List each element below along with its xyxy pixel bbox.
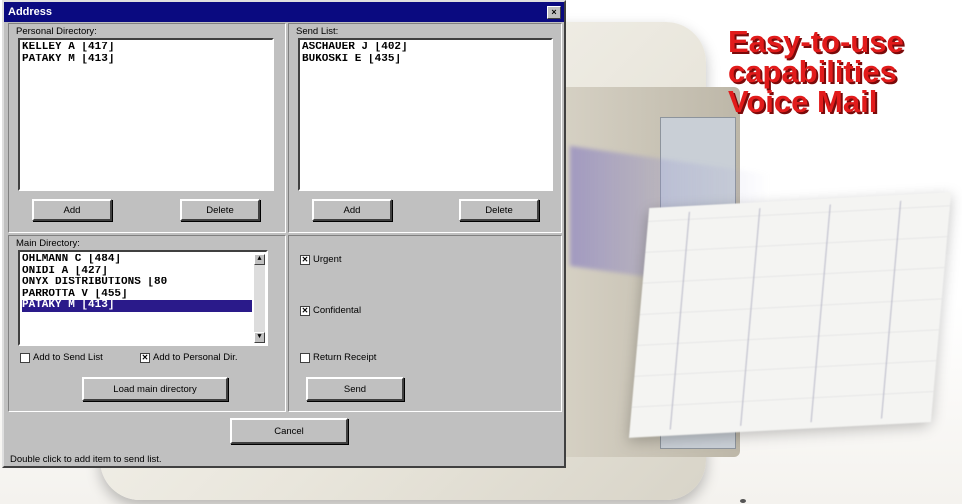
headline-line-1: Easy-to-use bbox=[728, 24, 904, 59]
add-to-send-list-label: Add to Send List bbox=[33, 352, 103, 363]
add-to-personal-label: Add to Personal Dir. bbox=[153, 352, 238, 363]
add-to-personal-checkbox[interactable]: ✕ Add to Personal Dir. bbox=[140, 352, 238, 363]
calendar-sheet-illustration bbox=[628, 192, 952, 438]
return-receipt-label: Return Receipt bbox=[313, 352, 377, 363]
send-list[interactable]: ASCHAUER J [402] BUKOSKI E [435] bbox=[298, 38, 553, 191]
checkbox-checked-icon: ✕ bbox=[300, 254, 310, 265]
list-item[interactable]: BUKOSKI E [435] bbox=[302, 54, 549, 66]
window-title: Address bbox=[8, 6, 53, 18]
list-item[interactable]: ONYX DISTRIBUTIONS [80 bbox=[22, 277, 252, 289]
list-item[interactable]: ASCHAUER J [402] bbox=[302, 42, 549, 54]
checkbox-checked-icon: ✕ bbox=[140, 352, 150, 363]
send-list-delete-button[interactable]: Delete bbox=[459, 199, 539, 221]
send-list-label: Send List: bbox=[296, 26, 339, 37]
list-item[interactable]: ONIDI A [427] bbox=[22, 266, 252, 278]
list-item[interactable]: PARROTTA V [455] bbox=[22, 289, 252, 301]
close-icon[interactable]: × bbox=[547, 5, 561, 19]
personal-directory-list[interactable]: KELLEY A [417] PATAKY M [413] bbox=[18, 38, 274, 191]
load-main-directory-button[interactable]: Load main directory bbox=[82, 377, 228, 401]
title-bar[interactable]: Address × bbox=[4, 2, 564, 22]
scroll-down-icon[interactable]: ▼ bbox=[254, 332, 265, 343]
checkbox-unchecked-icon bbox=[20, 352, 30, 363]
address-dialog: Address × Personal Directory: KELLEY A [… bbox=[2, 0, 566, 468]
list-item[interactable]: KELLEY A [417] bbox=[22, 42, 270, 54]
headline-line-2: capabilities bbox=[728, 54, 897, 89]
list-item-selected[interactable]: PATAKY M [413] bbox=[22, 300, 252, 312]
personal-directory-label: Personal Directory: bbox=[16, 26, 97, 37]
list-item[interactable]: PATAKY M [413] bbox=[22, 54, 270, 66]
confidential-checkbox[interactable]: ✕ Confidental bbox=[300, 305, 361, 316]
main-directory-scrollbar[interactable]: ▲ ▼ bbox=[254, 254, 265, 343]
urgent-label: Urgent bbox=[313, 254, 342, 265]
main-directory-list[interactable]: OHLMANN C [484] ONIDI A [427] ONYX DISTR… bbox=[18, 250, 268, 346]
confidential-label: Confidental bbox=[313, 305, 362, 316]
return-receipt-checkbox[interactable]: Return Receipt bbox=[300, 352, 376, 363]
urgent-checkbox[interactable]: ✕ Urgent bbox=[300, 254, 342, 265]
checkbox-unchecked-icon bbox=[300, 352, 310, 363]
status-text: Double click to add item to send list. bbox=[10, 454, 162, 465]
list-item[interactable]: OHLMANN C [484] bbox=[22, 254, 252, 266]
add-to-send-list-checkbox[interactable]: Add to Send List bbox=[20, 352, 103, 363]
main-directory-label: Main Directory: bbox=[16, 238, 80, 249]
personal-delete-button[interactable]: Delete bbox=[180, 199, 260, 221]
cancel-button[interactable]: Cancel bbox=[230, 418, 348, 444]
device-led bbox=[740, 499, 746, 503]
headline-line-3: Voice Mail bbox=[728, 84, 878, 119]
send-button[interactable]: Send bbox=[306, 377, 404, 401]
checkbox-checked-icon: ✕ bbox=[300, 305, 310, 316]
send-list-add-button[interactable]: Add bbox=[312, 199, 392, 221]
headline: Easy-to-use capabilities Voice Mail bbox=[728, 24, 904, 119]
scroll-up-icon[interactable]: ▲ bbox=[254, 254, 265, 265]
personal-add-button[interactable]: Add bbox=[32, 199, 112, 221]
